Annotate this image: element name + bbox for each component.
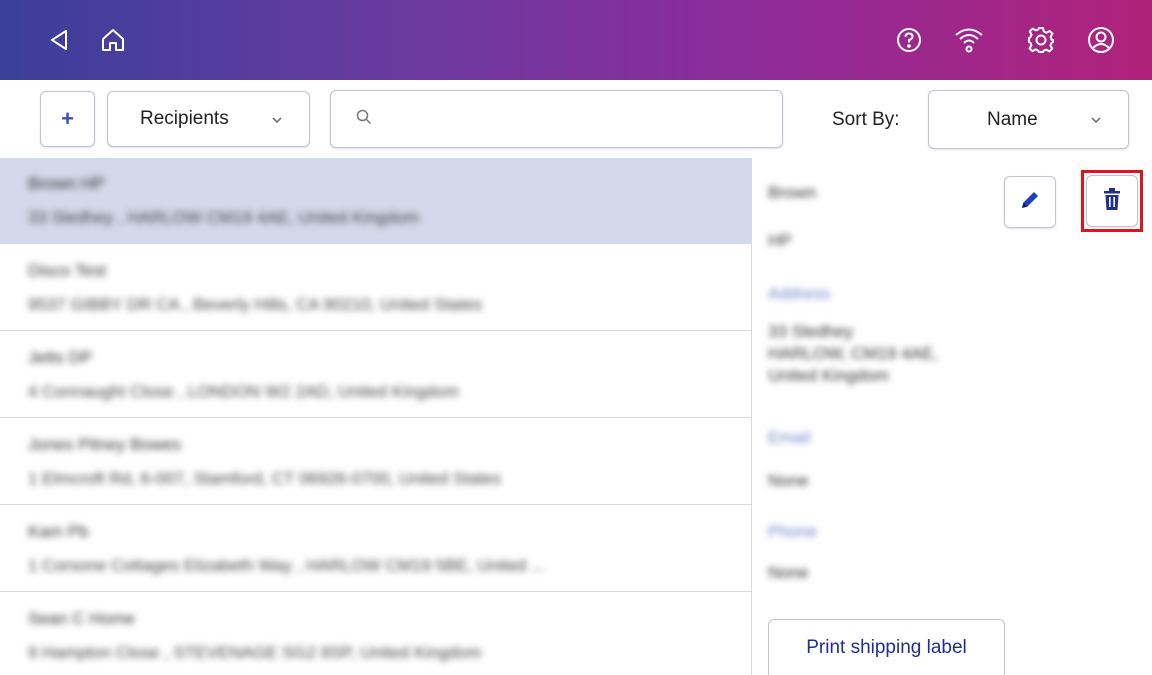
recipient-row[interactable]: Disco Test 9537 GIBBY DR CA , Beverly Hi… <box>0 245 751 331</box>
home-icon[interactable] <box>95 22 131 58</box>
gear-icon[interactable] <box>1023 22 1059 58</box>
recipient-name: Jones Pitney Bowes <box>28 435 182 454</box>
recipient-address: 9 Hampton Close , STEVENAGE SG2 8SP, Uni… <box>28 643 482 662</box>
detail-email-label: Email <box>768 428 811 447</box>
sort-by-label: Sort By: <box>832 109 900 130</box>
detail-address-line: HARLOW, CM19 4AE, <box>768 344 939 363</box>
detail-email-value: None <box>768 471 809 490</box>
account-icon[interactable] <box>1083 22 1119 58</box>
wifi-icon[interactable] <box>951 22 987 58</box>
recipient-address: 9537 GIBBY DR CA , Beverly Hills, CA 902… <box>28 295 483 314</box>
recipient-address: 1 Corsone Cottages Elizabeth Way , HARLO… <box>28 556 546 575</box>
recipient-name: Kam Pb <box>28 522 89 541</box>
recipient-row[interactable]: Jetts DP 4 Connaught Close , LONDON W2 2… <box>0 332 751 418</box>
detail-address-line: 33 Sledhey <box>768 322 854 341</box>
recipient-row[interactable]: Kam Pb 1 Corsone Cottages Elizabeth Way … <box>0 506 751 592</box>
sort-dropdown-value: Name <box>987 108 1038 130</box>
add-recipient-button[interactable]: + <box>40 91 95 147</box>
recipient-name: Jetts DP <box>28 348 93 367</box>
add-icon: + <box>61 106 74 131</box>
search-icon <box>355 108 373 131</box>
recipient-name: Sean C Home <box>28 609 135 628</box>
trash-icon <box>1101 187 1123 216</box>
recipient-name: Brown HP <box>28 174 105 193</box>
recipient-address: 33 Sledhey , HARLOW CM19 4AE, United Kin… <box>28 208 420 227</box>
recipient-address: 4 Connaught Close , LONDON W2 2AD, Unite… <box>28 382 459 401</box>
detail-address-line: United Kingdom <box>768 366 889 385</box>
chevron-down-icon <box>271 110 283 132</box>
recipient-row[interactable]: Jones Pitney Bowes 1 Elmcroft Rd, 6-007,… <box>0 419 751 505</box>
search-box[interactable] <box>330 90 783 148</box>
detail-address-label: Address <box>768 284 831 303</box>
chevron-down-icon <box>1090 110 1102 132</box>
category-dropdown-label: Recipients <box>140 108 229 129</box>
top-bar <box>0 0 1152 80</box>
sort-dropdown[interactable]: Name <box>928 90 1129 149</box>
print-shipping-label-button[interactable]: Print shipping label <box>768 619 1005 675</box>
category-dropdown[interactable]: Recipients <box>107 91 310 147</box>
recipient-row[interactable]: Sean C Home 9 Hampton Close , STEVENAGE … <box>0 593 751 675</box>
toolbar: + Recipients Sort By: Name <box>0 80 1152 158</box>
recipient-address: 1 Elmcroft Rd, 6-007, Stamford, CT 06926… <box>28 469 502 488</box>
detail-first-name: HP <box>768 231 792 250</box>
recipient-row[interactable]: Brown HP 33 Sledhey , HARLOW CM19 4AE, U… <box>0 158 751 244</box>
search-input[interactable] <box>387 108 767 130</box>
recipient-name: Disco Test <box>28 261 107 280</box>
detail-phone-value: None <box>768 563 809 582</box>
detail-phone-label: Phone <box>768 522 818 541</box>
recipient-list: Brown HP 33 Sledhey , HARLOW CM19 4AE, U… <box>0 158 751 675</box>
edit-button[interactable] <box>1004 176 1056 228</box>
pencil-icon <box>1018 188 1042 217</box>
detail-last-name: Brown <box>768 183 817 202</box>
delete-button[interactable] <box>1086 175 1138 227</box>
back-arrow-icon[interactable] <box>41 22 77 58</box>
recipient-detail-panel: Brown HP Address 33 Sledhey HARLOW, CM19… <box>752 158 1152 675</box>
help-icon[interactable] <box>891 22 927 58</box>
